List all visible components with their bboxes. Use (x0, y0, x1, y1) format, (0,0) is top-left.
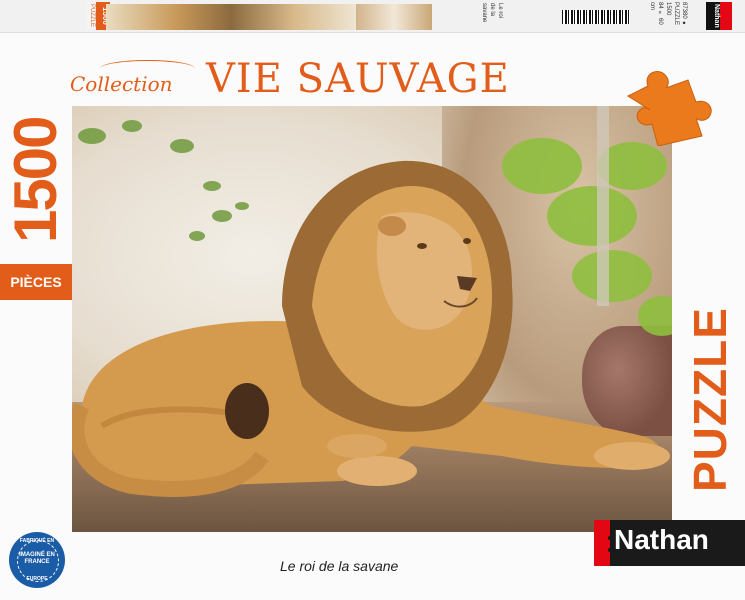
lion-ear (378, 216, 406, 236)
lion-illustration (72, 106, 672, 497)
box-top-edge: PUZZLE 1500 Le roi de la savane 87380 ● … (0, 0, 745, 33)
pieces-badge: PIÈCES (0, 264, 72, 300)
collection-title: VIE SAUVAGE (206, 56, 510, 102)
foliage-right (502, 138, 672, 336)
edge-count-label: PUZZLE (86, 2, 95, 30)
seal-top-text: FABRIQUÉ EN (19, 538, 55, 544)
edge-info: 87380 ● PUZZLE 1500 84 × 60 cm (648, 2, 688, 30)
brand-logo: Nathan (594, 520, 745, 566)
edge-photo-secondary (356, 4, 432, 30)
barcode (562, 10, 630, 24)
puzzle-piece-icon (626, 71, 712, 146)
edge-brand-stripe (720, 2, 732, 30)
edge-info-line1: 87380 ● PUZZLE 1500 (665, 2, 687, 27)
lion-tail-tuft (225, 383, 269, 439)
edge-info-line2: 84 × 60 cm (649, 2, 663, 25)
edge-subtitle: Le roi de la savane (448, 3, 504, 31)
lion-paw-back (337, 456, 417, 486)
seal-middle-text: IMAGINÉ EN FRANCE (19, 552, 55, 565)
edge-subtitle-line2: de la savane (481, 3, 495, 23)
seal-bottom-text: EUROPE (26, 576, 48, 582)
puzzle-box: PUZZLE 1500 Le roi de la savane 87380 ● … (0, 0, 745, 600)
lion-eye-right (463, 238, 471, 244)
collection-label: Collection (70, 72, 173, 96)
puzzle-subtitle: Le roi de la savane (280, 558, 399, 574)
foliage-left (78, 120, 249, 241)
lion-eye-left (417, 243, 427, 249)
edge-subtitle-line1: Le roi (497, 3, 503, 19)
edge-brand: Nathan (706, 2, 720, 30)
piece-count: 1500 (2, 117, 69, 243)
puzzle-label: PUZZLE (684, 307, 736, 493)
lion-photo (72, 106, 672, 532)
lion-paw-front (594, 442, 670, 470)
made-in-seal: FABRIQUÉ EN IMAGINÉ EN FRANCE EUROPE (9, 532, 65, 588)
brand-name: Nathan (614, 524, 709, 555)
edge-photo (106, 4, 356, 30)
